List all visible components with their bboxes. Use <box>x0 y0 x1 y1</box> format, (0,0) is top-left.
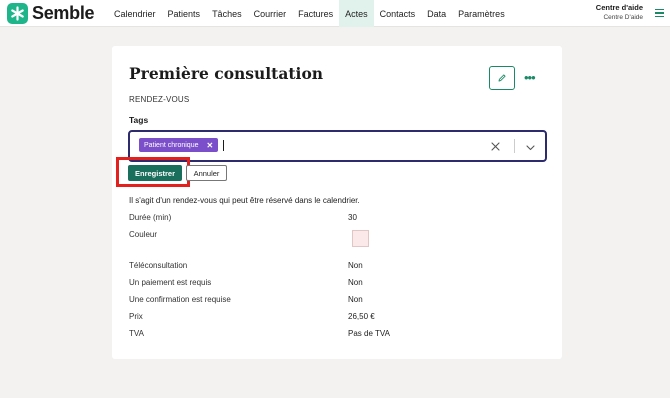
text-caret <box>223 140 224 151</box>
semble-logo-icon <box>7 3 28 24</box>
help-center-title: Centre d'aide <box>595 3 643 12</box>
edit-button[interactable] <box>489 66 515 90</box>
nav-item-taches[interactable]: Tâches <box>206 0 248 27</box>
appointment-type-label: RENDEZ-VOUS <box>129 95 190 104</box>
tag-chip-patient-chronique: Patient chronique ✕ <box>139 138 219 152</box>
vat-label: TVA <box>129 329 144 338</box>
main-nav: Calendrier Patients Tâches Courrier Fact… <box>108 0 511 27</box>
logo-text: Semble <box>32 3 95 23</box>
clear-tags-icon[interactable] <box>490 139 501 157</box>
semble-logo[interactable]: Semble <box>7 3 95 24</box>
cancel-button[interactable]: Annuler <box>186 165 227 181</box>
tag-chip-label: Patient chronique <box>144 141 199 149</box>
vat-value: Pas de TVA <box>348 329 390 338</box>
color-label: Couleur <box>129 230 158 239</box>
help-center-subtitle: Centre D'aide <box>603 14 643 21</box>
nav-item-data[interactable]: Data <box>421 0 452 27</box>
top-navigation-bar: Semble Calendrier Patients Tâches Courri… <box>0 0 670 27</box>
tags-select-input[interactable]: Patient chronique ✕ <box>128 130 547 162</box>
confirmation-required-label: Une confirmation est requise <box>129 295 231 304</box>
payment-required-value: Non <box>348 278 363 287</box>
help-center-link[interactable]: Centre d'aide Centre D'aide <box>596 3 643 21</box>
duration-value: 30 <box>348 213 357 222</box>
nav-item-calendrier[interactable]: Calendrier <box>108 0 162 27</box>
nav-item-actes[interactable]: Actes <box>339 0 374 27</box>
nav-item-factures[interactable]: Factures <box>292 0 339 27</box>
pencil-icon <box>498 74 506 82</box>
teleconsultation-label: Téléconsultation <box>129 261 188 270</box>
tags-label: Tags <box>129 115 149 125</box>
duration-label: Durée (min) <box>129 213 172 222</box>
nav-item-parametres[interactable]: Paramètres <box>452 0 511 27</box>
confirmation-required-value: Non <box>348 295 363 304</box>
nav-item-patients[interactable]: Patients <box>162 0 207 27</box>
remove-tag-icon[interactable]: ✕ <box>206 141 213 150</box>
save-button[interactable]: Enregistrer <box>128 165 182 181</box>
appointment-description: Il s'agit d'un rendez-vous qui peut être… <box>129 196 360 205</box>
page-title: Première consultation <box>129 64 324 83</box>
more-options-icon[interactable]: ••• <box>524 71 536 84</box>
hamburger-menu-icon[interactable] <box>655 9 664 19</box>
input-separator <box>514 139 515 153</box>
nav-item-courrier[interactable]: Courrier <box>248 0 293 27</box>
price-label: Prix <box>129 312 143 321</box>
color-swatch <box>352 230 369 247</box>
chevron-down-icon[interactable] <box>525 140 536 158</box>
price-value: 26,50 € <box>348 312 375 321</box>
teleconsultation-value: Non <box>348 261 363 270</box>
nav-item-contacts[interactable]: Contacts <box>374 0 422 27</box>
payment-required-label: Un paiement est requis <box>129 278 212 287</box>
